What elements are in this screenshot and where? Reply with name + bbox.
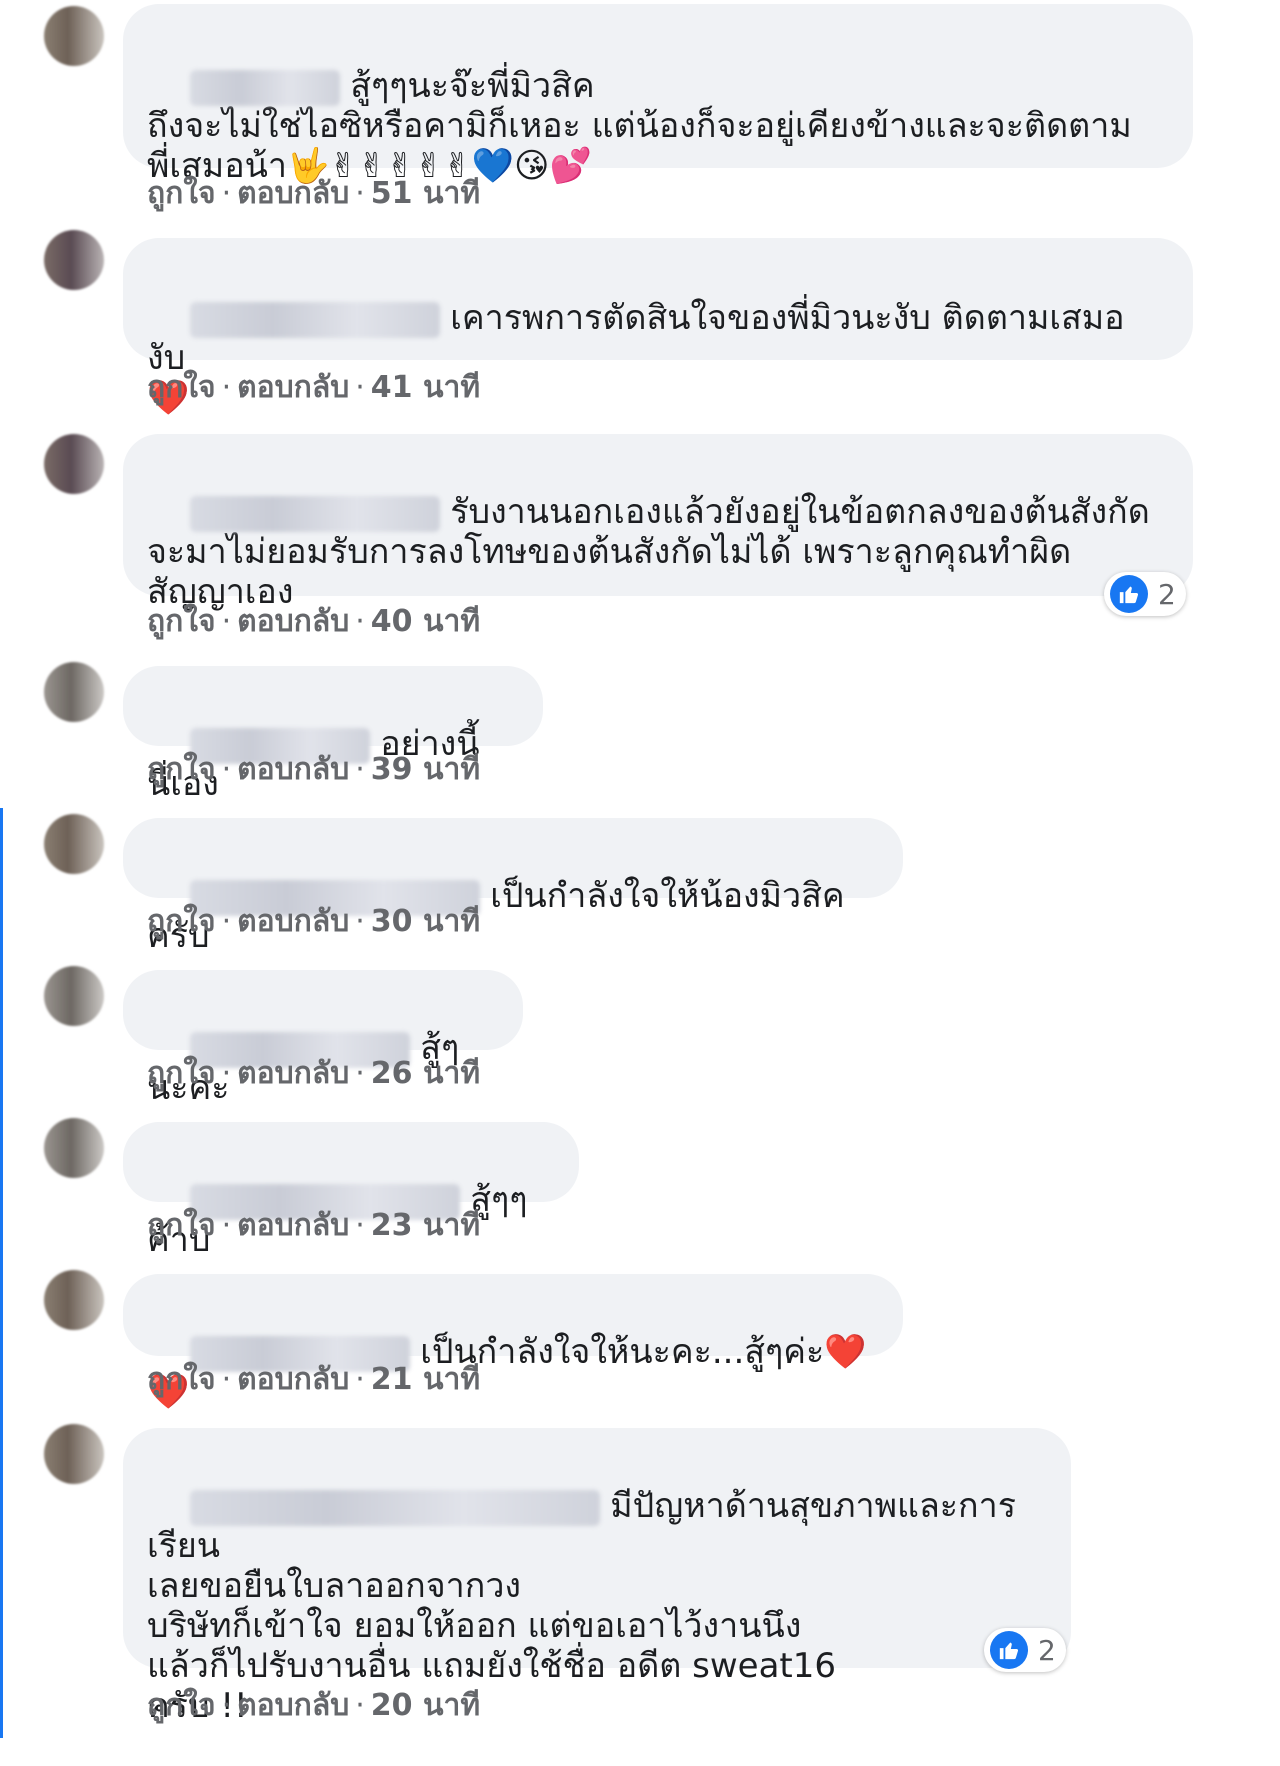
comment-actions: ถูกใจ · ตอบกลับ · 20 นาที	[147, 1688, 481, 1723]
reply-link[interactable]: ตอบกลับ	[237, 1056, 349, 1091]
like-link[interactable]: ถูกใจ	[147, 904, 216, 939]
avatar[interactable]	[44, 1118, 104, 1178]
timestamp[interactable]: 23 นาที	[371, 1208, 480, 1243]
reply-link[interactable]: ตอบกลับ	[237, 1688, 349, 1723]
timestamp[interactable]: 51 นาที	[371, 176, 480, 211]
timestamp[interactable]: 20 นาที	[371, 1688, 480, 1723]
like-link[interactable]: ถูกใจ	[147, 752, 216, 787]
like-link[interactable]: ถูกใจ	[147, 370, 216, 405]
timestamp[interactable]: 41 นาที	[371, 370, 480, 405]
comment-bubble: สู้ๆๆนะจ๊ะพี่มิวสิค ถึงจะไม่ใช่ไอซิหรือค…	[123, 4, 1193, 186]
reaction-count-value: 2	[1038, 1633, 1056, 1667]
avatar[interactable]	[44, 434, 104, 494]
like-link[interactable]: ถูกใจ	[147, 1362, 216, 1397]
reply-link[interactable]: ตอบกลับ	[237, 1362, 349, 1397]
reply-link[interactable]: ตอบกลับ	[237, 176, 349, 211]
like-link[interactable]: ถูกใจ	[147, 1056, 216, 1091]
comment-actions: ถูกใจ · ตอบกลับ · 21 นาที	[147, 1362, 481, 1397]
thread-indicator-line	[0, 808, 3, 1738]
avatar[interactable]	[44, 1270, 104, 1330]
like-link[interactable]: ถูกใจ	[147, 1688, 216, 1723]
comment-bubble: เป็นกำลังใจให้นะคะ...สู้ๆค่ะ❤️❤️	[123, 1274, 903, 1412]
timestamp[interactable]: 21 นาที	[371, 1362, 480, 1397]
thumbs-up-icon	[990, 1631, 1028, 1669]
timestamp[interactable]: 30 นาที	[371, 904, 480, 939]
timestamp[interactable]: 39 นาที	[371, 752, 480, 787]
commenter-name-blurred[interactable]	[190, 495, 441, 532]
avatar[interactable]	[44, 6, 104, 66]
avatar[interactable]	[44, 1424, 104, 1484]
reply-link[interactable]: ตอบกลับ	[237, 370, 349, 405]
comment-actions: ถูกใจ · ตอบกลับ · 26 นาที	[147, 1056, 481, 1091]
comment-actions: ถูกใจ · ตอบกลับ · 51 นาที	[147, 176, 481, 211]
reply-link[interactable]: ตอบกลับ	[237, 904, 349, 939]
comment-actions: ถูกใจ · ตอบกลับ · 40 นาที	[147, 604, 481, 639]
reaction-count[interactable]: 2	[1104, 572, 1186, 616]
commenter-name-blurred[interactable]	[190, 69, 341, 106]
reply-link[interactable]: ตอบกลับ	[237, 604, 349, 639]
comment-actions: ถูกใจ · ตอบกลับ · 39 นาที	[147, 752, 481, 787]
like-link[interactable]: ถูกใจ	[147, 1208, 216, 1243]
like-link[interactable]: ถูกใจ	[147, 604, 216, 639]
timestamp[interactable]: 26 นาที	[371, 1056, 480, 1091]
comment-bubble: เป็นกำลังใจให้น้องมิวสิคครับ	[123, 818, 903, 956]
like-link[interactable]: ถูกใจ	[147, 176, 216, 211]
reaction-count-value: 2	[1158, 577, 1176, 611]
thumbs-up-icon	[1110, 575, 1148, 613]
reaction-count[interactable]: 2	[984, 1628, 1066, 1672]
commenter-name-blurred[interactable]	[190, 301, 441, 338]
avatar[interactable]	[44, 966, 104, 1026]
commenter-name-blurred[interactable]	[190, 1489, 601, 1526]
comment-actions: ถูกใจ · ตอบกลับ · 30 นาที	[147, 904, 481, 939]
avatar[interactable]	[44, 814, 104, 874]
avatar[interactable]	[44, 230, 104, 290]
comment-bubble: มีปัญหาด้านสุขภาพและการเรียน เลยขอยืนใบล…	[123, 1428, 1071, 1726]
comment-actions: ถูกใจ · ตอบกลับ · 41 นาที	[147, 370, 481, 405]
comment-bubble: เคารพการตัดสินใจของพี่มิวนะงับ ติดตามเสม…	[123, 238, 1193, 418]
comment-bubble: สู้ๆนะคะ	[123, 970, 523, 1108]
comment-bubble: สู้ๆๆค้าบ	[123, 1122, 579, 1260]
reply-link[interactable]: ตอบกลับ	[237, 1208, 349, 1243]
comment-bubble: รับงานนอกเองแล้วยังอยู่ในข้อตกลงของต้นสั…	[123, 434, 1193, 612]
comment-bubble: อย่างนี้นี่เอง	[123, 666, 543, 804]
comment-actions: ถูกใจ · ตอบกลับ · 23 นาที	[147, 1208, 481, 1243]
reply-link[interactable]: ตอบกลับ	[237, 752, 349, 787]
avatar[interactable]	[44, 662, 104, 722]
timestamp[interactable]: 40 นาที	[371, 604, 480, 639]
